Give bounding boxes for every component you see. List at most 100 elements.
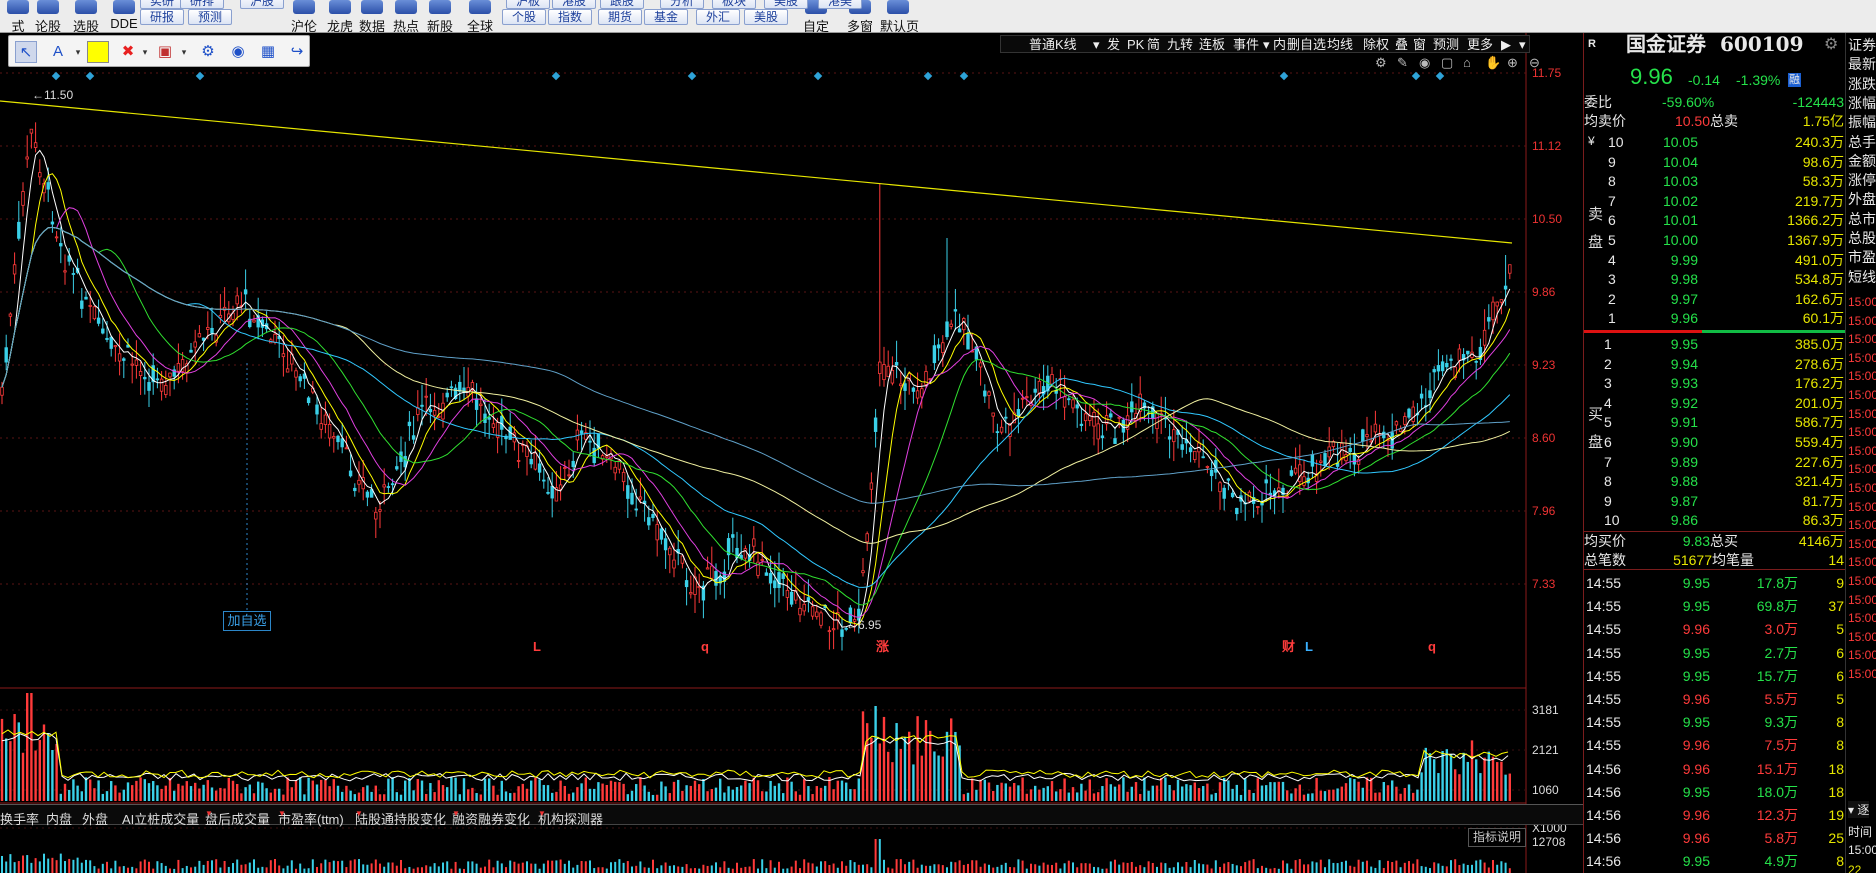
kline-option[interactable]: 事件 [1233,36,1259,53]
event-marker[interactable] [813,71,823,81]
toolbar-item-5[interactable]: 龙虎 [322,0,358,32]
kline-chart-area[interactable]: 11.75 11.12 10.50 9.86 9.23 8.60 7.96 7.33 3181 2… [0,33,1583,873]
event-marker[interactable] [1435,71,1445,81]
indicator-explain-button[interactable]: 指标说明 [1468,828,1526,847]
toolbar-item-8[interactable]: 新股 [422,0,458,32]
kline-option[interactable]: 内 [1273,36,1286,53]
chart-tool-icon[interactable]: ⊕ [1507,55,1518,70]
toolbar-pill-top[interactable]: 港股 [552,0,596,9]
toolbar-item-2[interactable]: 选股 [68,0,104,32]
gear-icon[interactable]: ⚙ [1824,35,1838,54]
toolbar-pill-bottom[interactable]: 指数 [548,9,592,25]
tick-volume: 9.3万 [1764,714,1798,731]
toolbar-pill-bottom[interactable]: 外汇 [696,9,740,25]
ask-row: 6 10.01 1366.2万 [1584,211,1846,230]
signal-marker[interactable]: 涨 [875,639,889,654]
color-picker-icon[interactable] [87,41,109,63]
toolbar-item-7[interactable]: 热点 [388,0,424,32]
event-marker[interactable] [85,71,95,81]
chevron-down-icon[interactable]: ▾ [1093,36,1100,53]
chevron-down-icon[interactable]: ▾ [67,41,89,63]
hotspot-icon [395,0,417,14]
kline-option[interactable]: PK [1127,36,1144,53]
stock-code: 600109 [1720,32,1804,56]
signal-marker[interactable]: q [701,639,709,654]
signal-marker[interactable]: L [533,639,541,654]
time-cell: 15:00 [1848,574,1876,588]
kline-mode-select[interactable]: 普通K线 [1029,36,1077,53]
kline-option[interactable]: 更多 [1467,36,1493,53]
toolbar-pill-top[interactable]: 沪股 [240,0,284,9]
chart-tool-icon[interactable]: ◉ [1419,55,1430,70]
toolbar-item-9[interactable]: 全球 [462,0,498,32]
chevron-down-icon[interactable]: ▾ [134,41,156,63]
ask-level: 1 [1608,310,1616,327]
toolbar-pill-bottom[interactable]: 个股 [502,9,546,25]
event-marker[interactable] [195,71,205,81]
chart-tool-icon[interactable]: ✋ [1485,55,1501,70]
chart-tool-icon[interactable]: ▢ [1441,55,1453,70]
toolbar-pill-top[interactable]: 美股 [764,0,808,9]
last-price: 9.96 [1630,64,1673,89]
tick-mode-dropdown[interactable]: ▾ 逐 [1848,801,1870,818]
event-marker[interactable] [1279,71,1289,81]
chevron-down-icon[interactable]: ▾ [1519,36,1526,53]
signal-marker[interactable]: 财 [1282,639,1295,654]
event-marker[interactable] [687,71,697,81]
chevron-down-icon[interactable]: ▾ [1263,36,1270,53]
stat-label: 金额 [1848,152,1876,169]
chart-tool-icon[interactable]: ✎ [1397,55,1408,70]
event-marker[interactable] [1411,71,1421,81]
share-icon[interactable]: ↪ [286,41,308,63]
toolbar-item-6[interactable]: 数据 [354,0,390,32]
time-cell: 15:00 [1848,406,1876,421]
toolbar-pill-bottom[interactable]: 基金 [644,9,688,25]
gear-icon[interactable]: ⚙ [197,41,219,63]
kline-option[interactable]: 删自选 [1287,36,1326,53]
toolbar-item-3[interactable]: DDE [106,0,142,32]
kline-option[interactable]: 预测 [1433,36,1459,53]
kline-option[interactable]: 除权 [1363,36,1389,53]
cursor-icon[interactable]: ↖ [15,41,37,63]
kline-option[interactable]: 连板 [1199,36,1225,53]
chart-tool-icon[interactable]: ⚙ [1375,55,1387,70]
signal-marker[interactable]: q [1428,639,1436,654]
kline-option[interactable]: 简 [1147,36,1160,53]
signal-marker[interactable]: L [1305,639,1313,654]
kline-option[interactable]: 九转 [1167,36,1193,53]
toolbar-pill-bottom[interactable]: 美股 [744,9,788,25]
event-marker[interactable] [51,71,61,81]
chart-tool-icon[interactable]: ⊖ [1529,55,1540,70]
avg-sell-label: 均卖价 [1584,113,1626,129]
grid-icon[interactable]: ▦ [257,41,279,63]
toolbar-item-1[interactable]: 论股 [30,0,66,32]
toolbar-pill-top[interactable]: 港美 [818,0,862,9]
chevron-down-icon[interactable]: ▾ [173,41,195,63]
bid-price: 9.89 [1670,453,1698,470]
kline-chart[interactable]: 11.7511.1210.509.869.238.607.967.3331812… [0,33,1583,873]
text-tool-icon[interactable]: A [47,41,69,63]
tick-row: 14:55 9.96 5.5万 5 [1584,690,1846,709]
toolbar-pill-bottom[interactable]: 期货 [598,9,642,25]
kline-option[interactable]: 叠 [1395,36,1408,53]
add-watchlist-button[interactable]: 加自选 [223,611,271,631]
toolbar-pill-bottom[interactable]: 研报 [140,9,184,25]
kline-option[interactable]: 均线 [1327,36,1353,53]
toolbar-pill-top[interactable]: 沪板 [506,0,550,9]
toolbar-pill-bottom[interactable]: 预测 [188,9,232,25]
toolbar-item-12[interactable]: 默认页 [880,0,919,32]
toolbar-pill-top[interactable]: 分析 [660,0,704,9]
kline-option[interactable]: 窗 [1413,36,1426,53]
trend-line[interactable] [0,100,1513,244]
toolbar-pill-top[interactable]: 实研 [140,0,184,9]
kline-option[interactable]: 发 [1107,36,1120,53]
time-cell: 15:00 [1848,629,1876,644]
bid-price: 9.94 [1670,355,1698,372]
toolbar-item-4[interactable]: 沪伦 [286,0,322,32]
chart-tool-icon[interactable]: ⌂ [1463,55,1471,70]
toolbar-pill-top[interactable]: 研排 [180,0,224,9]
toolbar-pill-top[interactable]: 跟股 [600,0,644,9]
eye-icon[interactable]: ◉ [227,41,249,63]
toolbar-pill-top[interactable]: 板块 [712,0,756,9]
pin-icon[interactable]: ▶ [1501,36,1511,53]
